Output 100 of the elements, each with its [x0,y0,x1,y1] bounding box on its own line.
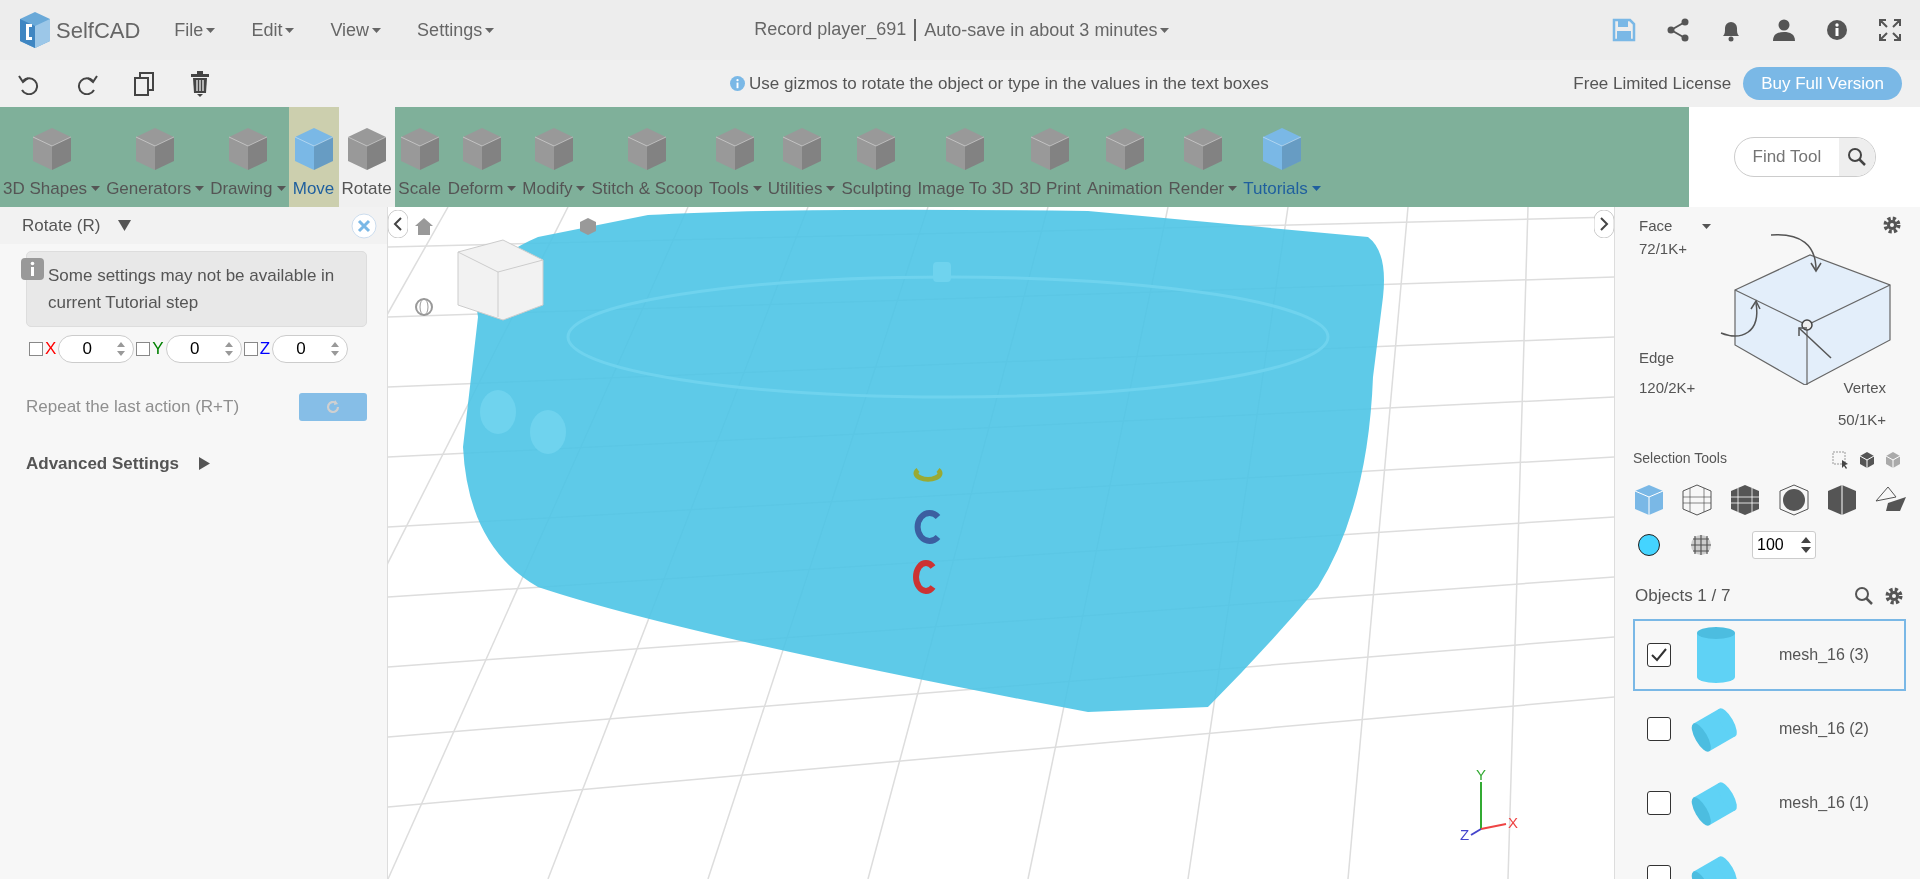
axis-checkbox[interactable] [136,342,151,356]
toolbar-tool[interactable]: Tutorials [1240,107,1324,207]
cube-icon[interactable] [1858,451,1876,469]
color-swatch[interactable] [1638,534,1660,556]
edge-count: 120/2K+ [1639,378,1697,398]
toolbar-tool[interactable]: Animation [1083,107,1166,207]
opacity-field[interactable]: 100 [1752,531,1816,559]
caret-icon [576,185,586,191]
buy-button[interactable]: Buy Full Version [1743,66,1902,101]
caret-icon [1228,185,1238,191]
caret-icon [1702,223,1712,229]
menu-item[interactable]: Edit [233,16,313,44]
info-icon [730,76,745,91]
axis-angle-field[interactable]: 0 [58,335,135,363]
axis-label: Y [1476,767,1486,782]
spinner-icon [223,341,234,357]
spinner-icon [330,341,341,357]
caret-icon [826,185,836,191]
document-title: Record player_691 [754,19,917,41]
caret-icon [285,27,295,33]
search-icon[interactable] [1854,585,1874,606]
axis-angle-field[interactable]: 0 [165,335,242,363]
toolbar-tool[interactable]: Modify [519,107,589,207]
object-checkbox[interactable] [1647,716,1671,741]
info-icon[interactable] [1826,19,1848,41]
user-icon[interactable] [1772,19,1796,41]
object-list-item[interactable]: mesh_16 (3) [1633,618,1906,691]
cube-icon [460,125,504,172]
logo-icon [18,11,52,49]
notice-text: Some settings may not be available in current Tutorial step [48,265,336,314]
axis-label: Y [152,338,164,361]
collapse-left-icon[interactable] [388,210,408,238]
wireframe-cube-icon[interactable] [1681,483,1714,517]
axis-checkbox[interactable] [243,342,258,356]
toolbar-tool[interactable]: Utilities [764,107,839,207]
repeat-action-label: Repeat the last action (R+T) [26,396,240,419]
axis-angle-field[interactable]: 0 [272,335,349,363]
grid-cube-icon[interactable] [1729,483,1762,517]
settings-icon[interactable] [1882,215,1902,235]
menu-item[interactable]: View [312,16,400,44]
axis-label: X [45,338,57,361]
vertex-label: Vertex [1842,377,1886,398]
orbit-icon[interactable] [414,297,434,317]
fullscreen-icon[interactable] [1878,18,1902,42]
toolbar-tool[interactable]: 3D Shapes [0,107,104,207]
caret-icon [206,27,216,33]
caret-icon [1311,185,1321,191]
toolbar-tool[interactable]: Generators [103,107,208,207]
caret-icon [91,185,101,191]
collapse-right-icon[interactable] [1594,210,1614,238]
refresh-icon [325,399,341,415]
toolbar-tool[interactable]: Move [288,107,339,207]
home-icon[interactable] [414,217,434,237]
texture-sphere-icon[interactable] [1690,534,1712,556]
toolbar-tool[interactable]: Scale [394,107,445,207]
share-icon[interactable] [1666,18,1690,42]
caret-icon [485,27,495,33]
toolbar-tool[interactable]: Drawing [207,107,289,207]
object-name: mesh_16 (2) [1779,718,1869,739]
trash-icon[interactable] [190,70,210,97]
toolbar-tool[interactable]: Render [1165,107,1241,207]
toolbar-tool[interactable]: Tools [705,107,765,207]
object-list-item[interactable]: mesh_16 (1) [1633,766,1906,839]
caret-icon [276,185,286,191]
toolbar-tool[interactable]: Rotate [338,107,395,207]
toolbar-tool[interactable]: Deform [444,107,520,207]
settings-icon[interactable] [1884,585,1904,606]
split-cube-icon[interactable] [1825,483,1858,517]
object-checkbox[interactable] [1647,790,1671,815]
spinner-icon [1800,536,1812,554]
caret-icon [118,220,132,231]
caret-icon [199,457,211,471]
license-text: Free Limited License [1573,72,1732,95]
face-mode-dropdown[interactable]: Face [1639,215,1712,238]
menu-item[interactable]: Settings [399,16,513,44]
info-icon [21,258,44,280]
advanced-settings-toggle[interactable]: Advanced Settings [26,451,211,477]
object-name: mesh_16 (1) [1779,792,1869,813]
axis-checkbox[interactable] [29,342,43,356]
caret-icon [752,185,762,191]
selection-tools-label: Selection Tools [1633,449,1727,468]
object-list-item[interactable]: mesh_16 (2) [1633,692,1906,765]
box-select-icon[interactable] [1832,451,1850,469]
rotate-gizmo-drawing[interactable] [913,468,943,594]
axis-label: Z [259,338,271,361]
toolbar-tool[interactable]: Stitch & Scoop [588,107,706,207]
toolbar-tool[interactable]: 3D Print [1016,107,1084,207]
toolbar-tool[interactable]: Image To 3D [914,107,1017,207]
copy-icon[interactable] [134,71,154,96]
face-count: 72/1K+ [1639,238,1688,259]
objects-count: Objects 1 / 7 [1635,585,1731,607]
menu-item[interactable]: File [156,16,234,44]
check-icon [1651,647,1667,662]
edge-label: Edge [1639,347,1676,368]
object-checkbox[interactable] [1647,642,1671,667]
toolbar-tool[interactable]: Sculpting [838,107,915,207]
sphere-cube-icon[interactable] [1777,483,1810,517]
caret-icon [195,185,205,191]
search-icon[interactable] [1846,147,1867,167]
autosave-dropdown[interactable]: Auto-save in about 3 minutes [916,16,1188,44]
